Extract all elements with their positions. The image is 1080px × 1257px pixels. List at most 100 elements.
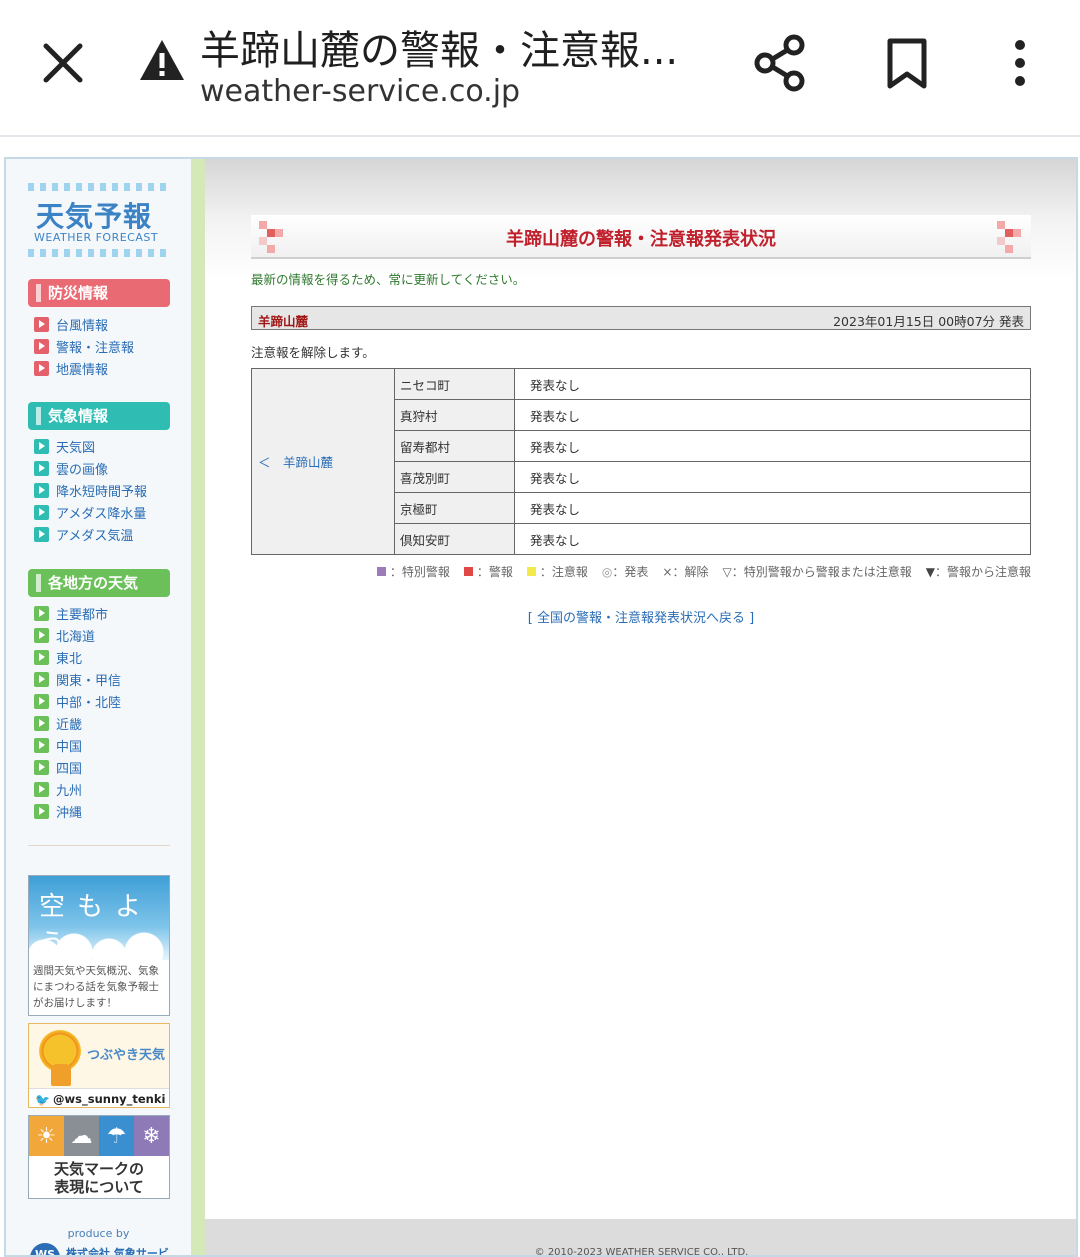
nav-item-typhoon[interactable]: 台風情報 — [34, 314, 108, 334]
nav-item-cloud-image[interactable]: 雲の画像 — [34, 458, 108, 478]
legend-symbol: ▼ — [925, 565, 935, 579]
legend-symbol: ▽ — [722, 565, 732, 579]
nav-item-kinki[interactable]: 近畿 — [34, 713, 82, 733]
area-link[interactable]: ＜ 羊蹄山麓 — [251, 368, 395, 555]
legend-label: ：解除 — [672, 565, 709, 579]
logo-sub-text: WEATHER FORECAST — [34, 231, 159, 244]
url-text[interactable]: weather-service.co.jp — [200, 74, 520, 109]
legend-downgrade-special: ▽：特別警報から警報または注意報 — [723, 563, 912, 580]
arrow-icon — [34, 627, 49, 643]
legend-cancelled: ×：解除 — [662, 563, 708, 580]
nav-item-kanto[interactable]: 関東・甲信 — [34, 669, 121, 689]
nav-item-amedas-rain[interactable]: アメダス降水量 — [34, 502, 146, 522]
nav-label: 台風情報 — [56, 318, 109, 334]
nav-label: 警報・注意報 — [56, 340, 135, 356]
issued-timestamp: 2023年01月15日 00時07分 発表 — [833, 314, 1024, 329]
produce-by-label: produce by — [67, 1227, 130, 1240]
arrow-icon — [34, 671, 49, 687]
legend-label: ：警報から注意報 — [934, 565, 1031, 579]
legend-advisory: ：注意報 — [526, 563, 588, 580]
legend-label: ：特別警報 — [389, 565, 450, 579]
arrow-icon — [34, 360, 49, 376]
back-to-national-link[interactable]: [ 全国の警報・注意報発表状況へ戻る ] — [251, 607, 1031, 626]
nav-item-rain-forecast[interactable]: 降水短時間予報 — [34, 480, 147, 500]
section-header-regional: 各地方の天気 — [28, 569, 170, 597]
main-content: 羊蹄山麓の警報・注意報発表状況 最新の情報を得るため、常に更新してください。 羊… — [205, 159, 1076, 1255]
nav-item-earthquake[interactable]: 地震情報 — [34, 358, 108, 378]
nav-label: 中部・北陸 — [56, 695, 122, 711]
legend-downgrade-warning: ▼：警報から注意報 — [926, 563, 1031, 580]
twitter-bird-icon: 🐦 — [35, 1093, 50, 1107]
town-name: 倶知安町 — [394, 523, 515, 555]
arrow-icon — [34, 649, 49, 665]
site-logo[interactable]: 天気予報 WEATHER FORECAST — [28, 183, 170, 257]
arrow-icon — [34, 526, 49, 542]
legend-issued: ◎：発表 — [602, 563, 649, 580]
title-bar: 羊蹄山麓の警報・注意報発表状況 — [251, 215, 1031, 259]
nav-item-major-cities[interactable]: 主要都市 — [34, 603, 108, 623]
section-header-weather-info: 気象情報 — [28, 402, 170, 430]
weather-marks-banner[interactable]: ☀ ☁ ☂ ❄ 天気マークの 表現について — [28, 1115, 170, 1199]
nav-item-okinawa[interactable]: 沖縄 — [34, 801, 82, 821]
share-icon[interactable] — [752, 34, 808, 92]
web-page: 天気予報 WEATHER FORECAST 防災情報 台風情報 警報・注意報 地… — [4, 157, 1078, 1257]
browser-toolbar: 羊蹄山麓の警報・注意報... weather-service.co.jp — [0, 0, 1080, 137]
warning-icon[interactable] — [138, 38, 186, 82]
arrow-icon — [34, 482, 49, 498]
arrow-icon — [34, 438, 49, 454]
town-name: 留寿都村 — [394, 430, 515, 462]
banner-title: 空もよう — [39, 892, 154, 959]
nav-label: 東北 — [56, 651, 83, 667]
sora-moyou-banner[interactable]: 空もよう 週間天気や天気概況、気象にまつわる話を気象予報士がお届けします！ — [28, 875, 170, 1016]
twitter-bar: 🐦 @ws_sunny_tenki — [29, 1088, 169, 1107]
nav-item-chugoku[interactable]: 中国 — [34, 735, 82, 755]
legend-swatch — [526, 567, 536, 576]
town-status: 発表なし — [514, 492, 1031, 524]
nav-label: 近畿 — [56, 717, 83, 733]
snow-icon: ❄ — [134, 1116, 169, 1156]
table-row: ＜ 羊蹄山麓 ニセコ町 発表なし — [251, 368, 1031, 555]
sidebar-divider — [28, 845, 170, 846]
bookmark-icon[interactable] — [885, 38, 929, 90]
twitter-handle: @ws_sunny_tenki — [53, 1092, 166, 1106]
arrow-icon — [34, 715, 49, 731]
area-info-bar: 羊蹄山麓 2023年01月15日 00時07分 発表 — [251, 306, 1031, 330]
refresh-notice: 最新の情報を得るため、常に更新してください。 — [251, 272, 526, 287]
arrow-icon — [34, 693, 49, 709]
nav-item-amedas-temp[interactable]: アメダス気温 — [34, 524, 133, 544]
footer: © 2010-2023 WEATHER SERVICE CO., LTD. — [205, 1219, 1076, 1257]
cloud-icon: ☁ — [64, 1116, 99, 1156]
nav-item-hokkaido[interactable]: 北海道 — [34, 625, 95, 645]
nav-item-shikoku[interactable]: 四国 — [34, 757, 82, 777]
nav-label: 天気図 — [56, 440, 96, 456]
town-name: 喜茂別町 — [394, 461, 515, 493]
close-icon[interactable] — [40, 40, 86, 86]
nav-label: 関東・甲信 — [56, 673, 122, 689]
nav-label: アメダス降水量 — [56, 506, 147, 522]
arrow-icon — [34, 759, 49, 775]
main-heading: 羊蹄山麓の警報・注意報発表状況 — [506, 229, 776, 250]
legend-symbol: × — [662, 565, 673, 579]
company-name: 株式会社 気象サービス — [66, 1247, 169, 1257]
copyright: © 2010-2023 WEATHER SERVICE CO., LTD. — [534, 1247, 749, 1257]
nav-label: 降水短時間予報 — [56, 484, 148, 500]
tweet-weather-banner[interactable]: つぶやき天気 🐦 @ws_sunny_tenki — [28, 1023, 170, 1108]
nav-item-kyushu[interactable]: 九州 — [34, 779, 82, 799]
nav-item-chubu[interactable]: 中部・北陸 — [34, 691, 121, 711]
decoration-icon — [997, 221, 1021, 253]
status-message: 注意報を解除します。 — [251, 345, 375, 360]
arrow-icon — [34, 737, 49, 753]
legend-symbol: ◎ — [601, 565, 613, 579]
company-logo[interactable]: WS 株式会社 気象サービス — [30, 1243, 175, 1257]
legend-special-warning: ：特別警報 — [376, 563, 450, 580]
nav-label: 四国 — [56, 761, 83, 777]
logo-main-text: 天気予報 — [36, 200, 153, 233]
nav-item-tohoku[interactable]: 東北 — [34, 647, 82, 667]
municipality-table: ＜ 羊蹄山麓 ニセコ町 発表なし 真狩村 発表なし 留寿都村 発表なし 喜茂別町… — [251, 368, 1031, 555]
town-status: 発表なし — [514, 523, 1031, 555]
more-vert-icon[interactable] — [1005, 38, 1035, 90]
nav-item-warnings[interactable]: 警報・注意報 — [34, 336, 134, 356]
town-status: 発表なし — [514, 368, 1031, 400]
arrow-icon — [34, 460, 49, 476]
nav-item-weather-map[interactable]: 天気図 — [34, 436, 95, 456]
